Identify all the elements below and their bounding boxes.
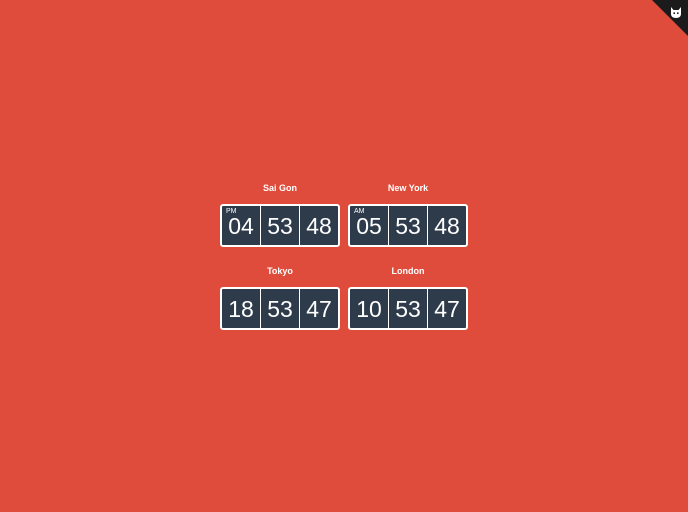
city-label: New York <box>387 183 429 193</box>
clock-face: 18 53 47 <box>220 287 340 330</box>
minutes-segment: 53 <box>260 206 299 245</box>
city-label: Sai Gon <box>262 183 297 193</box>
clock-new-york: New York AM 05 53 48 <box>348 182 468 247</box>
minutes-segment: 53 <box>260 289 299 328</box>
minutes-segment: 53 <box>388 206 427 245</box>
clock-tokyo: Tokyo 18 53 47 <box>220 265 340 330</box>
clock-face: PM 04 53 48 <box>220 204 340 247</box>
hours-segment: 10 <box>356 296 382 322</box>
clock-face: 10 53 47 <box>348 287 468 330</box>
cat-icon <box>671 7 681 18</box>
period-label: PM <box>226 208 237 215</box>
clock-grid: Sai Gon PM 04 53 48 New York AM 05 53 48… <box>220 182 468 330</box>
corner-link[interactable] <box>652 0 688 36</box>
seconds-segment: 47 <box>299 289 338 328</box>
seconds-segment: 48 <box>299 206 338 245</box>
hours-segment: 18 <box>228 296 254 322</box>
seconds-segment: 47 <box>427 289 466 328</box>
minutes-segment: 53 <box>388 289 427 328</box>
clock-sai-gon: Sai Gon PM 04 53 48 <box>220 182 340 247</box>
city-label: Tokyo <box>267 266 293 276</box>
seconds-segment: 48 <box>427 206 466 245</box>
period-label: AM <box>354 208 365 215</box>
clock-face: AM 05 53 48 <box>348 204 468 247</box>
clock-london: London 10 53 47 <box>348 265 468 330</box>
city-label: London <box>391 266 425 276</box>
